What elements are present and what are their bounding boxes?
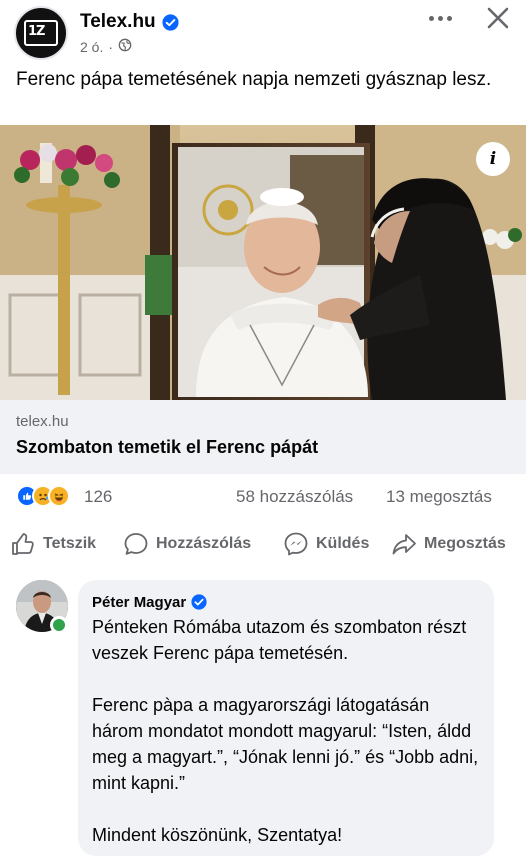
comment-paragraph: Pénteken Rómába utazom és szombaton rész… [92,617,467,663]
dot-icon [428,15,434,21]
meta-separator: · [108,38,114,55]
send-button[interactable]: Küldés [283,528,369,560]
info-button[interactable]: i [476,142,510,176]
logo-text: 1Z [28,24,46,39]
thumbs-up-icon [12,533,34,555]
comment-bubble: Péter Magyar Pénteken Rómába utazom és s… [78,580,494,856]
comment-label: Hozzászólás [156,535,252,552]
share-button[interactable]: Megosztás [391,528,506,560]
dot-icon [437,15,443,21]
like-label: Tetszik [43,535,97,552]
globe-icon [118,38,132,55]
link-title: Szombaton temetik el Ferenc pápát [16,437,319,457]
comment-icon [124,533,148,555]
action-bar: Tetszik Hozzászólás Küldés Megosztás [0,528,526,560]
comment-paragraph: Ferenc pàpa a magyarországi látogatásán … [92,695,479,793]
close-icon [487,7,509,29]
verified-badge-icon [162,13,179,31]
telex-logo: 1Z [24,20,58,46]
commenter-name: Péter Magyar [92,594,187,611]
comment-button[interactable]: Hozzászólás [123,528,251,560]
share-count[interactable]: 13 megosztás [386,487,492,507]
more-options-button[interactable] [424,6,456,30]
like-button[interactable]: Tetszik [10,528,96,560]
page-name: Telex.hu [80,11,156,32]
close-button[interactable] [484,4,512,32]
verified-badge-icon [191,594,208,611]
online-status-indicator [50,616,68,634]
link-domain: telex.hu [16,413,69,430]
reaction-icons[interactable] [16,485,70,507]
post-header: 1Z Telex.hu 2 ó. · [0,0,526,64]
post-text: Ferenc pápa temetésének napja nemzeti gy… [16,69,492,90]
post-image[interactable] [0,125,526,400]
comment-count[interactable]: 58 hozzászólás [236,487,353,507]
post-meta: 2 ó. · [80,38,132,55]
send-label: Küldés [316,535,370,552]
commenter-name-link[interactable]: Péter Magyar [92,594,208,611]
reaction-count[interactable]: 126 [84,487,112,507]
post-time[interactable]: 2 ó. [80,39,103,55]
haha-icon [48,485,70,507]
messenger-icon [284,532,308,556]
page-name-link[interactable]: Telex.hu [80,11,179,33]
page-avatar[interactable]: 1Z [14,6,68,60]
dot-icon [446,15,452,21]
link-preview-card[interactable]: telex.hu Szombaton temetik el Ferenc páp… [0,400,526,474]
engagement-stats: 126 58 hozzászólás 13 megosztás [0,484,526,510]
photo-illustration [0,125,526,400]
share-arrow-icon [392,534,416,555]
share-label: Megosztás [424,535,506,552]
comment-paragraph: Mindent köszönünk, Szentatya! [92,825,343,845]
